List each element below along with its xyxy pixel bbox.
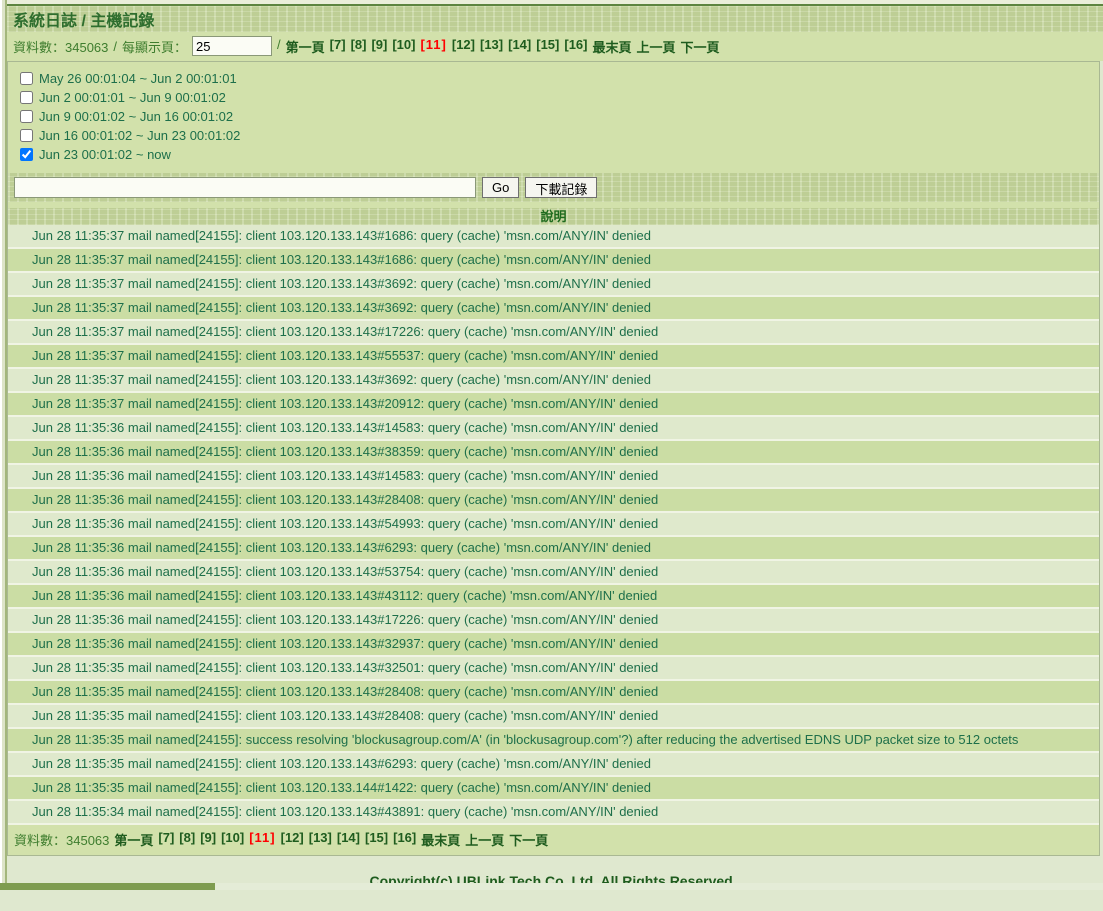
page-link-16[interactable]: [16]	[393, 830, 416, 849]
date-range-row: Jun 16 00:01:02 ~ Jun 23 00:01:02	[20, 126, 1099, 145]
date-range-label: Jun 2 00:01:01 ~ Jun 9 00:01:02	[39, 90, 226, 105]
log-panel: May 26 00:01:04 ~ Jun 2 00:01:01 Jun 2 00…	[7, 61, 1100, 856]
date-range-checkbox[interactable]	[20, 148, 33, 161]
page-link-7[interactable]: [7]	[330, 37, 346, 56]
date-range-label: May 26 00:01:04 ~ Jun 2 00:01:01	[39, 71, 237, 86]
page-link-12[interactable]: [12]	[281, 830, 304, 849]
page-link-current[interactable]: [11]	[249, 830, 275, 849]
date-range-row: Jun 23 00:01:02 ~ now	[20, 145, 1099, 164]
log-row: Jun 28 11:35:36 mail named[24155]: clien…	[8, 537, 1099, 561]
date-range-label: Jun 9 00:01:02 ~ Jun 16 00:01:02	[39, 109, 233, 124]
date-range-label: Jun 16 00:01:02 ~ Jun 23 00:01:02	[39, 128, 240, 143]
date-range-checkbox[interactable]	[20, 110, 33, 123]
bottom-frame-block	[0, 883, 215, 890]
page-link-9[interactable]: [9]	[200, 830, 216, 849]
page-link-8[interactable]: [8]	[179, 830, 195, 849]
page-link-next[interactable]: 下一頁	[681, 37, 720, 56]
main-content: 系統日誌 / 主機記錄 資料數：345063 / 每顯示頁： / 第一頁 [7] [8…	[7, 0, 1103, 911]
page-title: 系統日誌 / 主機記錄	[13, 7, 154, 31]
log-row: Jun 28 11:35:36 mail named[24155]: clien…	[8, 465, 1099, 489]
page-link-first[interactable]: 第一頁	[114, 830, 153, 849]
date-range-checkbox[interactable]	[20, 72, 33, 85]
log-row: Jun 28 11:35:37 mail named[24155]: clien…	[8, 249, 1099, 273]
bottom-frame-strip	[0, 883, 1103, 890]
page-link-current[interactable]: [11]	[420, 37, 446, 56]
top-pagination: 資料數：345063 / 每顯示頁： / 第一頁 [7] [8][9] [10] [11]…	[7, 32, 1103, 61]
left-frame-border	[5, 0, 7, 883]
table-header: 說明	[8, 208, 1099, 225]
log-row: Jun 28 11:35:36 mail named[24155]: clien…	[8, 561, 1099, 585]
log-row: Jun 28 11:35:36 mail named[24155]: clien…	[8, 633, 1099, 657]
page-link-next[interactable]: 下一頁	[509, 830, 548, 849]
log-row: Jun 28 11:35:35 mail named[24155]: clien…	[8, 777, 1099, 801]
search-input[interactable]	[14, 177, 476, 198]
bottom-pagination: 資料數：345063 第一頁 [7] [8] [9] [10] [11] [12] [13] […	[8, 825, 1099, 855]
record-count: 資料數：345063	[13, 37, 108, 56]
log-row: Jun 28 11:35:35 mail named[24155]: clien…	[8, 753, 1099, 777]
top-page-links: / 第一頁 [7] [8][9] [10] [11] [12] [13] [14] [15] [16…	[277, 37, 720, 56]
log-row: Jun 28 11:35:37 mail named[24155]: clien…	[8, 393, 1099, 417]
title-bar: 系統日誌 / 主機記錄	[7, 4, 1103, 32]
log-row: Jun 28 11:35:37 mail named[24155]: clien…	[8, 345, 1099, 369]
date-range-row: Jun 2 00:01:01 ~ Jun 9 00:01:02	[20, 88, 1099, 107]
log-row: Jun 28 11:35:37 mail named[24155]: clien…	[8, 297, 1099, 321]
per-page-label: 每顯示頁：	[122, 37, 187, 56]
page-link-15[interactable]: [15]	[536, 37, 559, 56]
log-row: Jun 28 11:35:36 mail named[24155]: clien…	[8, 585, 1099, 609]
log-row: Jun 28 11:35:37 mail named[24155]: clien…	[8, 369, 1099, 393]
page-link-13[interactable]: [13]	[480, 37, 503, 56]
log-row: Jun 28 11:35:35 mail named[24155]: clien…	[8, 705, 1099, 729]
date-range-row: Jun 9 00:01:02 ~ Jun 16 00:01:02	[20, 107, 1099, 126]
date-range-label: Jun 23 00:01:02 ~ now	[39, 147, 171, 162]
page-link-7[interactable]: [7]	[158, 830, 174, 849]
bottom-page-links: 第一頁 [7] [8] [9] [10] [11] [12] [13] [14] [15] [16]…	[114, 830, 548, 849]
log-row: Jun 28 11:35:36 mail named[24155]: clien…	[8, 489, 1099, 513]
log-row: Jun 28 11:35:37 mail named[24155]: clien…	[8, 321, 1099, 345]
page-link-13[interactable]: [13]	[309, 830, 332, 849]
download-records-button[interactable]: 下載記錄	[525, 177, 597, 198]
log-row: Jun 28 11:35:35 mail named[24155]: succe…	[8, 729, 1099, 753]
page-link-15[interactable]: [15]	[365, 830, 388, 849]
record-count-bottom: 資料數：345063	[14, 830, 109, 849]
log-row: Jun 28 11:35:36 mail named[24155]: clien…	[8, 609, 1099, 633]
page-link-14[interactable]: [14]	[508, 37, 531, 56]
page-link-prev[interactable]: 上一頁	[465, 830, 504, 849]
date-range-checkbox[interactable]	[20, 129, 33, 142]
log-row: Jun 28 11:35:36 mail named[24155]: clien…	[8, 513, 1099, 537]
date-range-checkbox[interactable]	[20, 91, 33, 104]
page-link-last[interactable]: 最末頁	[593, 37, 632, 56]
go-button[interactable]: Go	[482, 177, 519, 198]
log-row: Jun 28 11:35:34 mail named[24155]: clien…	[8, 801, 1099, 825]
log-row: Jun 28 11:35:35 mail named[24155]: clien…	[8, 681, 1099, 705]
log-row: Jun 28 11:35:37 mail named[24155]: clien…	[8, 273, 1099, 297]
page-link-9[interactable]: [9]	[371, 37, 387, 56]
separator-slash: /	[277, 37, 281, 56]
log-row: Jun 28 11:35:36 mail named[24155]: clien…	[8, 417, 1099, 441]
search-bar: Go 下載記錄	[8, 173, 1099, 202]
page-link-first[interactable]: 第一頁	[286, 37, 325, 56]
page-link-12[interactable]: [12]	[452, 37, 475, 56]
page-link-10[interactable]: [10]	[392, 37, 415, 56]
log-row: Jun 28 11:35:36 mail named[24155]: clien…	[8, 441, 1099, 465]
page-link-last[interactable]: 最末頁	[421, 830, 460, 849]
log-row: Jun 28 11:35:35 mail named[24155]: clien…	[8, 657, 1099, 681]
page-link-10[interactable]: [10]	[221, 830, 244, 849]
page-link-16[interactable]: [16]	[564, 37, 587, 56]
page-link-8[interactable]: [8]	[351, 37, 367, 56]
log-table-body: Jun 28 11:35:37 mail named[24155]: clien…	[8, 225, 1099, 825]
date-filter-box: May 26 00:01:04 ~ Jun 2 00:01:01 Jun 2 00…	[8, 62, 1099, 173]
per-page-input[interactable]	[192, 36, 272, 56]
date-range-row: May 26 00:01:04 ~ Jun 2 00:01:01	[20, 69, 1099, 88]
page-link-14[interactable]: [14]	[337, 830, 360, 849]
page-link-prev[interactable]: 上一頁	[637, 37, 676, 56]
separator-slash: /	[113, 39, 117, 54]
log-row: Jun 28 11:35:37 mail named[24155]: clien…	[8, 225, 1099, 249]
